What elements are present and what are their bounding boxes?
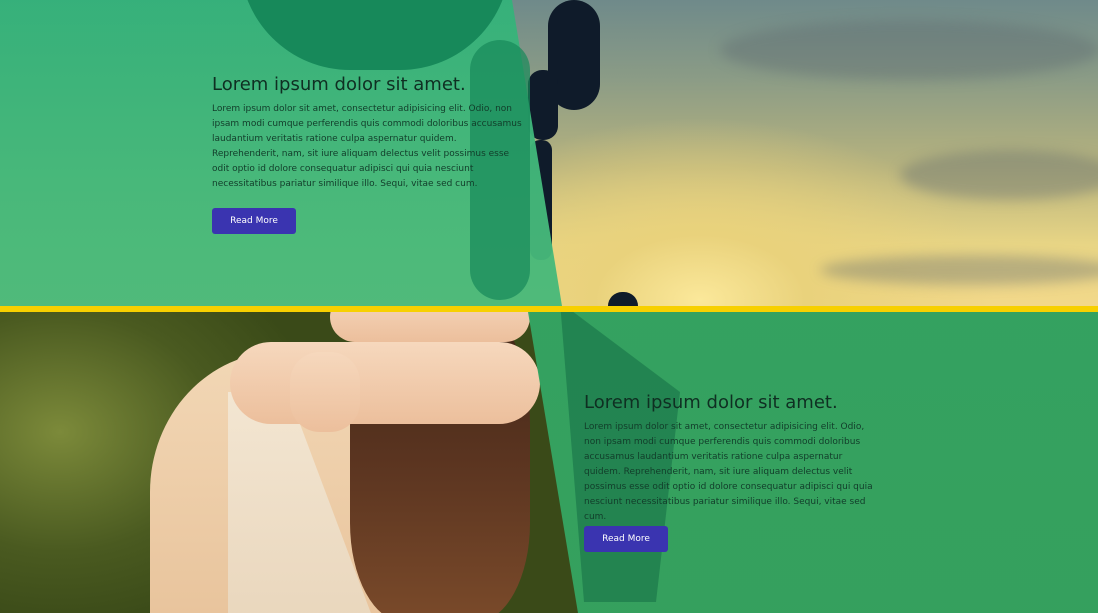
section-body-text: Lorem ipsum dolor sit amet, consectetur … [584, 422, 873, 522]
cloud-shape [720, 20, 1098, 80]
read-more-button[interactable]: Read More [584, 526, 668, 552]
section-heading: Lorem ipsum dolor sit amet. [584, 392, 838, 413]
read-more-button[interactable]: Read More [212, 208, 296, 234]
content-block-2: Lorem ipsum dolor sit amet. Lorem ipsum … [584, 392, 878, 525]
hero-section-1: Lorem ipsum dolor sit amet. Lorem ipsum … [0, 0, 1098, 306]
section-heading: Lorem ipsum dolor sit amet. [212, 74, 466, 95]
content-block-1: Lorem ipsum dolor sit amet. Lorem ipsum … [212, 74, 522, 192]
section-body-text: Lorem ipsum dolor sit amet, consectetur … [212, 104, 522, 189]
child-hand [290, 352, 360, 432]
hero-section-2: Lorem ipsum dolor sit amet. Lorem ipsum … [0, 312, 1098, 613]
child-arm [230, 342, 540, 424]
child-face [330, 312, 530, 342]
